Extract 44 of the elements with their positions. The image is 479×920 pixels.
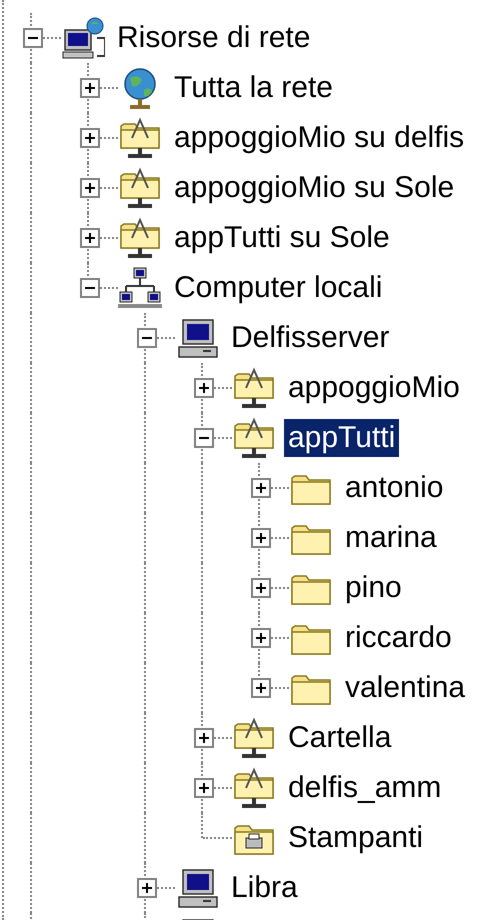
expand-toggle[interactable] (250, 528, 270, 548)
tree-item[interactable]: Stampanti (284, 819, 428, 857)
expand-toggle[interactable] (136, 878, 156, 898)
expand-toggle[interactable] (194, 728, 214, 748)
tree-item[interactable]: valentina (341, 669, 470, 707)
shared-folder-icon (118, 216, 162, 260)
expand-toggle[interactable] (250, 628, 270, 648)
tree-item[interactable]: antonio (341, 469, 448, 507)
tree-item[interactable]: appoggioMio su delfis (170, 119, 468, 157)
expand-toggle[interactable] (80, 78, 100, 98)
tree-item[interactable]: pino (341, 569, 406, 607)
expand-toggle[interactable] (80, 178, 100, 198)
shared-folder-icon (232, 416, 276, 460)
tree-item[interactable]: marina (341, 519, 441, 557)
collapse-toggle[interactable] (80, 278, 100, 298)
expand-toggle[interactable] (194, 378, 214, 398)
collapse-toggle[interactable] (22, 28, 42, 48)
collapse-toggle[interactable] (194, 428, 214, 448)
tree-item[interactable]: Tutta la rete (170, 69, 337, 107)
tree-item[interactable]: appoggioMio su Sole (170, 169, 458, 207)
tree-item[interactable]: riccardo (341, 619, 456, 657)
tree-item[interactable]: appTutti su Sole (170, 219, 394, 257)
tree-item[interactable]: appTutti (284, 419, 400, 457)
expand-toggle[interactable] (250, 578, 270, 598)
shared-folder-icon (232, 766, 276, 810)
shared-folder-icon (232, 716, 276, 760)
tree-item[interactable]: Libra (227, 869, 302, 907)
tree-item[interactable]: Delfisserver (227, 319, 394, 357)
tree-item[interactable]: Cartella (284, 719, 396, 757)
tree-item[interactable]: Risorse di rete (113, 19, 314, 57)
tree-item[interactable]: delfis_amm (284, 769, 446, 807)
expand-toggle[interactable] (80, 128, 100, 148)
shared-folder-icon (118, 116, 162, 160)
collapse-toggle[interactable] (136, 328, 156, 348)
expand-toggle[interactable] (250, 678, 270, 698)
shared-folder-icon (118, 166, 162, 210)
expand-toggle[interactable] (80, 228, 100, 248)
network-computers-icon (118, 266, 162, 310)
tree-item[interactable]: Computer locali (170, 269, 386, 307)
tree-item[interactable]: appoggioMio (284, 369, 464, 407)
expand-toggle[interactable] (194, 778, 214, 798)
expand-toggle[interactable] (250, 478, 270, 498)
shared-folder-icon (232, 366, 276, 410)
network-icon (61, 16, 105, 60)
